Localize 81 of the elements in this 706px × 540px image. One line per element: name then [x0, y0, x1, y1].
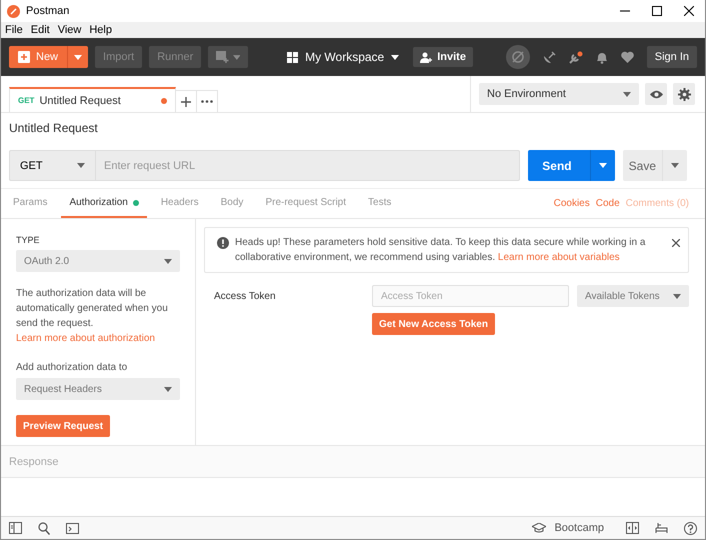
- settings-button[interactable]: [673, 83, 695, 105]
- type-label: TYPE: [16, 235, 41, 245]
- caret-icon: [671, 163, 679, 168]
- help-icon[interactable]: [684, 522, 697, 534]
- close-icon[interactable]: [684, 6, 694, 16]
- access-token-field[interactable]: Access Token: [372, 285, 569, 307]
- add-to-selector[interactable]: Request Headers: [16, 378, 180, 400]
- invite-button[interactable]: Invite: [413, 47, 473, 67]
- learn-more-link[interactable]: Learn more about variables: [498, 252, 620, 263]
- window-plus-icon: [216, 51, 229, 63]
- caret-icon: [164, 258, 172, 264]
- plus-icon: [181, 96, 191, 106]
- description-text: The authorization data will be automatically generated when you send the request. Learn more about authorization: [16, 287, 169, 346]
- save-options-button[interactable]: [662, 150, 687, 181]
- request-tab[interactable]: Authorization: [61, 189, 147, 218]
- request-tab[interactable]: Tests: [360, 189, 400, 218]
- link[interactable]: Cookies: [554, 198, 590, 209]
- save-button[interactable]: Save: [622, 150, 662, 181]
- request-tab[interactable]: GET Untitled Request: [9, 87, 176, 112]
- preview-request-button[interactable]: Preview Request: [16, 415, 110, 437]
- heart-icon[interactable]: [620, 51, 634, 63]
- tab-title: Untitled Request: [39, 94, 121, 106]
- request-tab[interactable]: Body: [212, 189, 252, 218]
- caret-icon: [623, 92, 631, 96]
- sidebar-icon[interactable]: [9, 522, 22, 534]
- request-tab[interactable]: Pre-request Script: [257, 189, 354, 218]
- url-field[interactable]: Enter request URL: [96, 150, 520, 181]
- caret-icon: [164, 386, 172, 392]
- get-token-button[interactable]: Get New Access Token: [372, 313, 495, 335]
- workspace-selector[interactable]: My Workspace: [281, 49, 406, 65]
- request-tab[interactable]: Params: [5, 189, 56, 218]
- console-icon[interactable]: [66, 522, 79, 534]
- runner-button[interactable]: Runner: [149, 46, 202, 68]
- search-icon[interactable]: [38, 522, 50, 534]
- more-icon: [201, 100, 213, 103]
- app-logo-icon: [7, 4, 20, 18]
- send-options-button[interactable]: [590, 150, 615, 181]
- auth-type-selector[interactable]: OAuth 2.0: [16, 250, 180, 272]
- menu-item[interactable]: Edit: [30, 24, 50, 36]
- available-tokens-selector[interactable]: Available Tokens: [577, 285, 689, 307]
- environment-quick-look-button[interactable]: [645, 83, 667, 105]
- method-label: GET: [18, 96, 34, 105]
- learn-more-link[interactable]: Learn more about authorization: [16, 333, 155, 344]
- menu-item[interactable]: Help: [89, 24, 112, 36]
- caret-icon: [74, 54, 82, 60]
- plus-icon: [18, 51, 30, 63]
- sync-icon[interactable]: [506, 45, 530, 69]
- response-header: Response: [1, 446, 705, 478]
- send-button[interactable]: Send: [528, 150, 590, 181]
- eye-icon: [650, 90, 662, 98]
- access-token-label: Access Token: [214, 290, 277, 302]
- method-selector[interactable]: GET: [9, 150, 96, 181]
- new-button[interactable]: New: [9, 46, 88, 68]
- bootcamp-button[interactable]: Bootcamp: [526, 521, 610, 535]
- new-window-button[interactable]: [208, 46, 248, 68]
- bell-icon[interactable]: [596, 50, 608, 64]
- maximize-icon[interactable]: [652, 6, 662, 16]
- add-user-icon: [420, 52, 432, 62]
- request-name: Untitled Request: [8, 120, 99, 137]
- two-pane-icon[interactable]: [626, 522, 639, 534]
- menu-item[interactable]: View: [58, 24, 82, 36]
- link[interactable]: Code: [596, 198, 620, 209]
- import-button[interactable]: Import: [95, 46, 142, 68]
- warning-icon: [217, 237, 229, 249]
- close-icon[interactable]: [672, 239, 680, 247]
- caret-icon: [391, 54, 400, 60]
- caret-icon: [232, 54, 240, 60]
- caret-icon: [598, 163, 607, 168]
- request-tab[interactable]: Headers: [152, 189, 207, 218]
- add-to-label: Add authorization data to: [16, 362, 128, 373]
- settings-icon: [678, 88, 690, 100]
- sign-in-button[interactable]: Sign In: [646, 46, 697, 68]
- environment-selector[interactable]: No Environment: [479, 83, 639, 105]
- more-tabs-button[interactable]: [196, 90, 218, 112]
- menu-item[interactable]: File: [5, 24, 23, 36]
- alert-text: Heads up! These parameters hold sensitive data. To keep this data secure while working in a collaborative environment, we recommend using variables. Learn more about variables: [235, 236, 646, 265]
- grid-icon: [287, 52, 298, 62]
- caret-icon: [673, 294, 681, 298]
- caret-icon: [77, 163, 85, 168]
- window-title: Postman: [26, 5, 70, 17]
- graduation-cap-icon: [532, 523, 546, 533]
